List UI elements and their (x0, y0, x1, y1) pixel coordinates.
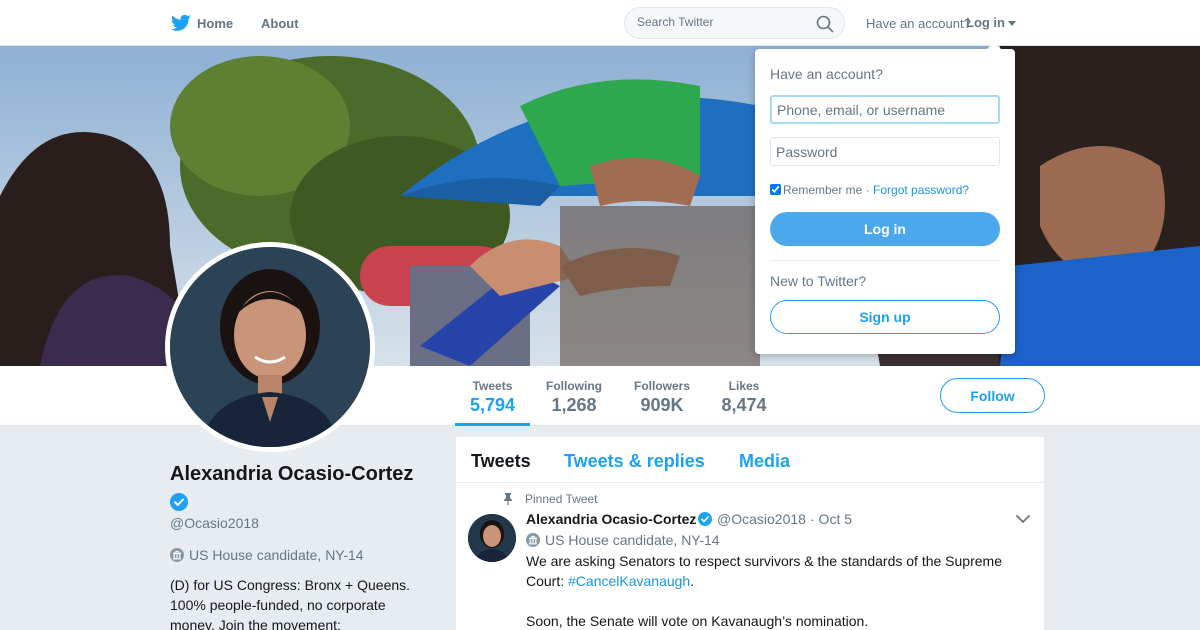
profile-handle[interactable]: @Ocasio2018 (170, 515, 259, 531)
stat-following[interactable]: Following 1,268 (538, 366, 610, 426)
login-button[interactable]: Log in (770, 212, 1000, 246)
pinned-tweet-label: Pinned Tweet (525, 492, 598, 506)
stat-label: Likes (728, 379, 760, 393)
remember-me-label[interactable]: Remember me (783, 183, 862, 197)
stat-tweets[interactable]: Tweets 5,794 (455, 366, 530, 426)
caret-down-icon[interactable] (1008, 21, 1016, 26)
twitter-bird-icon[interactable] (171, 14, 191, 32)
profile-bio: (D) for US Congress: Bronx + Queens. 100… (170, 577, 411, 630)
profile-name[interactable]: Alexandria Ocasio-Cortez (170, 463, 413, 486)
stat-label: Followers (633, 379, 690, 393)
stat-value: 5,794 (469, 395, 516, 415)
signup-button[interactable]: Sign up (770, 300, 1000, 334)
tweet-date[interactable]: · Oct 5 (810, 511, 852, 527)
divider (770, 260, 1000, 261)
tweet-author-name[interactable]: Alexandria Ocasio-Cortez (526, 511, 696, 527)
tweet-avatar-portrait-icon (468, 514, 516, 562)
stat-value: 8,474 (721, 395, 767, 415)
stat-value: 909K (640, 395, 684, 415)
timeline-tabs: Tweets Tweets & replies Media (456, 437, 1044, 483)
login-dropdown: Have an account? Remember me · Forgot pa… (755, 42, 1015, 354)
avatar-portrait-icon (170, 247, 370, 447)
search-input[interactable] (637, 15, 807, 29)
nav-home-link[interactable]: Home (197, 16, 233, 31)
password-field[interactable] (770, 137, 1000, 166)
tweet-text-paragraph: Soon, the Senate will vote on Kavanaugh’… (526, 613, 869, 629)
tweet-location: US House candidate, NY-14 (526, 532, 720, 548)
tweet-avatar[interactable] (468, 514, 516, 562)
forgot-password-link[interactable]: Forgot password? (873, 183, 969, 197)
stat-followers[interactable]: Followers 909K (626, 366, 698, 426)
profile-location: US House candidate, NY-14 (170, 547, 364, 563)
tab-tweets-replies[interactable]: Tweets & replies (564, 451, 705, 472)
top-nav: Home About Have an account? Log in (0, 0, 1200, 46)
stat-likes[interactable]: Likes 8,474 (712, 366, 776, 426)
profile-location-text: US House candidate, NY-14 (189, 547, 364, 563)
tweet-hashtag-link[interactable]: #CancelKavanaugh (568, 573, 690, 589)
government-building-icon (170, 548, 184, 562)
tweet-text-end: . (690, 573, 695, 589)
have-account-text: Have an account? (866, 16, 971, 31)
new-to-twitter-text: New to Twitter? (770, 273, 867, 289)
login-dropdown-toggle[interactable]: Log in (966, 15, 1005, 30)
verified-badge-icon (170, 493, 188, 511)
login-dropdown-title: Have an account? (770, 66, 883, 82)
username-field[interactable] (770, 95, 1000, 124)
remember-me-checkbox[interactable] (770, 184, 781, 195)
stat-label: Tweets (472, 379, 513, 393)
remember-separator: · (862, 183, 874, 197)
nav-about-link[interactable]: About (261, 16, 299, 31)
chevron-down-icon[interactable] (1016, 514, 1030, 524)
remember-me-row: Remember me · Forgot password? (770, 183, 969, 197)
stat-value: 1,268 (551, 395, 597, 415)
timeline: Tweets Tweets & replies Media Pinned Twe… (456, 437, 1044, 630)
profile-avatar[interactable] (165, 242, 375, 452)
tweet-author-handle[interactable]: @Ocasio2018 (717, 511, 806, 527)
tab-media[interactable]: Media (739, 451, 790, 472)
follow-button[interactable]: Follow (940, 378, 1045, 413)
tweet-location-text: US House candidate, NY-14 (545, 532, 720, 548)
tweet-text: We are asking Senators to respect surviv… (526, 551, 1026, 591)
search-icon[interactable] (816, 15, 834, 33)
tab-tweets[interactable]: Tweets (471, 451, 531, 472)
profile-avatar-image (170, 247, 370, 447)
search-box (624, 7, 845, 39)
government-building-icon (526, 533, 540, 547)
stat-label: Following (546, 379, 602, 393)
verified-badge-icon (698, 512, 712, 526)
pin-icon (504, 493, 512, 505)
